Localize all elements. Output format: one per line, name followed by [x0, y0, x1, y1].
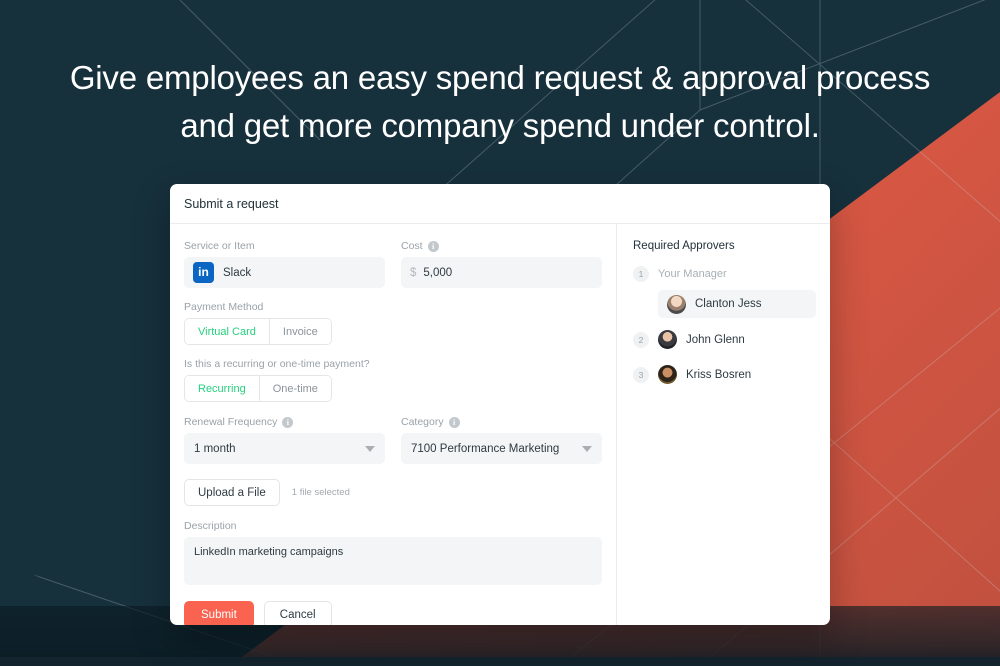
description-label-text: Description	[184, 520, 237, 532]
required-approvers-panel: Required Approvers 1 Your Manager Clanto…	[617, 224, 830, 625]
renewal-frequency-group: Renewal Frequency i 1 month	[184, 416, 385, 464]
approver-number-2: 2	[633, 331, 649, 348]
payment-method-option-virtual-card[interactable]: Virtual Card	[185, 319, 269, 344]
service-or-item-group: Service or Item in Slack	[184, 240, 385, 288]
row-service-cost: Service or Item in Slack Cost i $ 5,000	[184, 240, 602, 288]
cost-label: Cost i	[401, 240, 602, 252]
service-or-item-label: Service or Item	[184, 240, 385, 252]
renewal-frequency-label: Renewal Frequency i	[184, 416, 385, 428]
cancel-button[interactable]: Cancel	[263, 601, 332, 625]
category-group: Category i 7100 Performance Marketing	[401, 416, 602, 464]
service-or-item-label-text: Service or Item	[184, 240, 255, 252]
category-label-text: Category	[401, 416, 444, 428]
currency-symbol: $	[410, 266, 417, 279]
recurrence-toggle: Recurring One-time	[184, 375, 332, 402]
info-icon[interactable]: i	[282, 416, 294, 428]
approvers-title: Required Approvers	[633, 240, 735, 252]
recurrence-group: Is this a recurring or one-time payment?…	[184, 358, 602, 402]
avatar	[667, 294, 686, 314]
upload-status-text: 1 file selected	[291, 487, 350, 498]
info-icon[interactable]: i	[427, 240, 439, 252]
approver-item-3[interactable]: 3 Kriss Bosren	[633, 365, 816, 384]
approver-item-2[interactable]: 2 John Glenn	[633, 330, 816, 349]
payment-method-toggle: Virtual Card Invoice	[184, 318, 332, 345]
headline-line-1: Give employees an easy spend request & a…	[69, 59, 931, 96]
recurrence-option-one-time[interactable]: One-time	[258, 376, 331, 401]
request-form: Service or Item in Slack Cost i $ 5,000 …	[170, 224, 617, 625]
cost-input[interactable]: $ 5,000	[401, 257, 602, 288]
service-or-item-input[interactable]: in Slack	[184, 257, 385, 288]
bottom-strip	[0, 657, 1000, 666]
cost-group: Cost i $ 5,000	[401, 240, 602, 288]
approver-role-row-1: 1 Your Manager	[633, 266, 816, 282]
avatar	[658, 330, 677, 349]
category-select[interactable]: 7100 Performance Marketing	[401, 433, 602, 464]
cost-value: 5,000	[423, 266, 453, 279]
card-title: Submit a request	[184, 196, 279, 211]
recurrence-label-text: Is this a recurring or one-time payment?	[184, 358, 370, 370]
category-label: Category i	[401, 416, 602, 428]
renewal-frequency-select[interactable]: 1 month	[184, 433, 385, 464]
upload-row: Upload a File 1 file selected	[184, 479, 602, 506]
form-actions: Submit Cancel	[184, 601, 602, 625]
submit-button[interactable]: Submit	[184, 601, 254, 625]
approver-name-3: Kriss Bosren	[686, 368, 752, 381]
recurrence-option-recurring[interactable]: Recurring	[185, 376, 259, 401]
row-frequency-category: Renewal Frequency i 1 month Category i 7…	[184, 416, 602, 464]
upload-file-button[interactable]: Upload a File	[184, 479, 280, 506]
payment-method-option-invoice[interactable]: Invoice	[268, 319, 331, 344]
payment-method-label-text: Payment Method	[184, 301, 264, 313]
linkedin-icon: in	[193, 262, 214, 283]
page-headline: Give employees an easy spend request & a…	[0, 54, 1000, 150]
chevron-down-icon	[365, 445, 375, 452]
cost-label-text: Cost	[401, 240, 423, 252]
recurrence-label: Is this a recurring or one-time payment?	[184, 358, 602, 370]
approver-name-1: Clanton Jess	[695, 298, 762, 310]
approver-number-1: 1	[633, 266, 649, 282]
card-body: Service or Item in Slack Cost i $ 5,000 …	[170, 224, 830, 625]
page-root: Give employees an easy spend request & a…	[0, 0, 1000, 666]
payment-method-group: Payment Method Virtual Card Invoice	[184, 301, 602, 345]
submit-request-card: Submit a request Service or Item in Slac…	[170, 184, 830, 625]
approver-item-1[interactable]: Clanton Jess	[658, 290, 816, 318]
approver-number-3: 3	[633, 366, 649, 383]
renewal-frequency-label-text: Renewal Frequency	[184, 416, 278, 428]
avatar	[658, 365, 677, 384]
description-input[interactable]: LinkedIn marketing campaigns	[184, 537, 602, 585]
renewal-frequency-value: 1 month	[194, 442, 236, 455]
description-group: Description LinkedIn marketing campaigns	[184, 520, 602, 585]
chevron-down-icon	[582, 445, 592, 452]
category-value: 7100 Performance Marketing	[411, 442, 560, 455]
card-header: Submit a request	[170, 184, 830, 224]
info-icon[interactable]: i	[448, 416, 460, 428]
payment-method-label: Payment Method	[184, 301, 602, 313]
service-or-item-value: Slack	[223, 266, 252, 279]
description-label: Description	[184, 520, 602, 532]
approver-name-2: John Glenn	[686, 333, 745, 346]
headline-line-2: and get more company spend under control…	[180, 107, 820, 144]
approver-role-label-1: Your Manager	[658, 268, 727, 280]
